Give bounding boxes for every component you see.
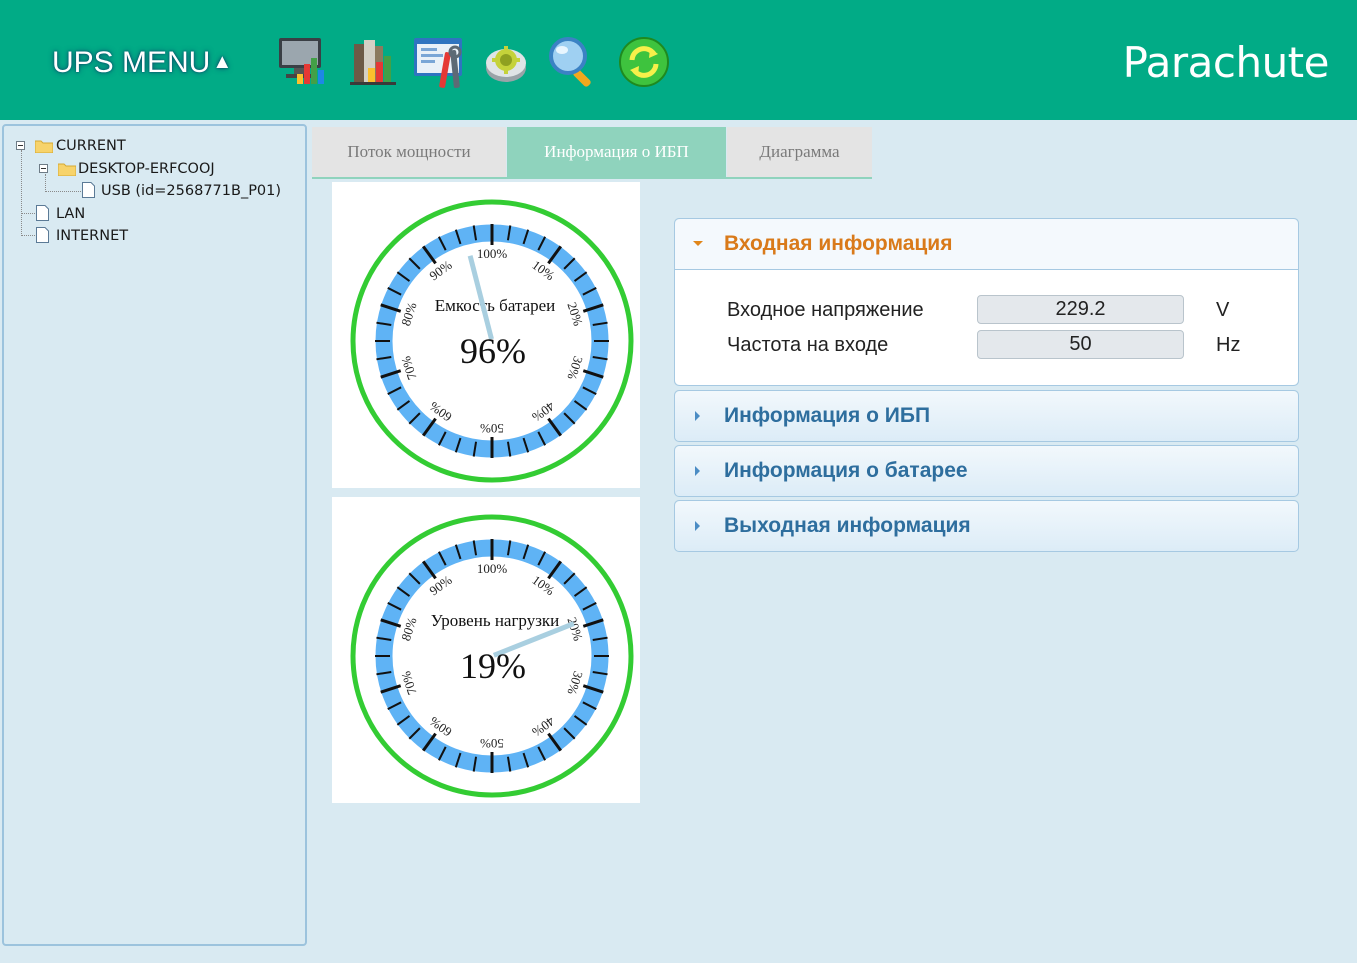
monitor-chart-icon[interactable] — [276, 34, 332, 90]
section-ups-info: Информация о ИБП — [674, 390, 1299, 442]
settings-window-icon[interactable] — [412, 34, 468, 90]
gauge-tick-label: 50% — [480, 736, 504, 751]
input-frequency-label: Частота на входе — [727, 334, 889, 356]
collapse-icon[interactable] — [16, 141, 25, 150]
gauge-tick-label: 100% — [477, 561, 508, 576]
tab-bar: Поток мощности Информация о ИБП Диаграмм… — [312, 127, 872, 179]
tree-node-usb[interactable]: USB (id=2568771B_P01) — [82, 181, 302, 201]
gauge-tick-label: 50% — [480, 421, 504, 436]
tree-node-current[interactable]: CURRENT — [16, 136, 156, 156]
input-voltage-value: 229.2 — [977, 295, 1184, 324]
gauge-tick-label: 100% — [477, 246, 508, 261]
magnifier-icon[interactable] — [546, 34, 602, 90]
section-body-input: Входное напряжение 229.2 V Частота на вх… — [675, 270, 1298, 385]
expanded-triangle-icon — [693, 241, 703, 246]
collapsed-triangle-icon — [695, 411, 700, 421]
section-title-battery: Информация о батарее — [724, 459, 968, 482]
tree-node-lan[interactable]: LAN — [36, 204, 136, 224]
section-header-output[interactable]: Выходная информация — [675, 501, 1298, 551]
section-title-output: Выходная информация — [724, 514, 971, 537]
input-frequency-unit: Hz — [1216, 334, 1241, 356]
gauge-tick-label: 70% — [398, 669, 420, 696]
gauge-value: 19% — [460, 646, 526, 686]
gauge-tick-label: 80% — [398, 300, 420, 327]
gauge-tick-label: 30% — [564, 669, 586, 696]
folder-icon — [58, 163, 76, 176]
tree-label-current: CURRENT — [56, 138, 126, 154]
input-voltage-unit: V — [1216, 299, 1230, 321]
input-frequency-value: 50 — [977, 330, 1184, 359]
collapsed-triangle-icon — [695, 521, 700, 531]
section-title-ups: Информация о ИБП — [724, 404, 931, 427]
ups-menu-button[interactable]: UPS MENU ▲ — [52, 46, 232, 80]
folder-icon — [35, 140, 53, 153]
file-icon — [36, 205, 49, 221]
books-chart-icon[interactable] — [346, 34, 402, 90]
collapse-icon[interactable] — [39, 164, 48, 173]
tab-diagram[interactable]: Диаграмма — [727, 127, 872, 177]
gauge-title: Емкость батареи — [435, 296, 556, 315]
battery-capacity-gauge: 100% 10% 20% 30% 40% 50% 60% 70% 80% 90% Емкость б… — [332, 182, 640, 488]
gauge-tick-label: 20% — [564, 615, 586, 642]
gauge-tick-label: 70% — [398, 354, 420, 381]
tree-label-host: DESKTOP-ERFCOOJ — [78, 161, 215, 177]
load-level-gauge: 100% 10% 20% 30% 40% 50% 60% 70% 80% 90% Уровень н… — [332, 497, 640, 803]
menu-arrow-icon: ▲ — [212, 51, 233, 73]
tree-label-lan: LAN — [56, 206, 86, 222]
device-tree-panel: CURRENT DESKTOP-ERFCOOJ USB (id=2568771B… — [2, 124, 307, 946]
gauge-tick-label: 30% — [564, 354, 586, 381]
tree-node-host[interactable]: DESKTOP-ERFCOOJ — [39, 159, 249, 179]
section-header-battery[interactable]: Информация о батарее — [675, 446, 1298, 496]
tab-power-flow[interactable]: Поток мощности — [312, 127, 506, 177]
section-input-info: Входная информация Входное напряжение 22… — [674, 218, 1299, 386]
tree-node-internet[interactable]: INTERNET — [36, 226, 156, 246]
brand-logo: Parachute — [1122, 38, 1330, 87]
tree-label-internet: INTERNET — [56, 228, 129, 244]
tab-ups-info[interactable]: Информация о ИБП — [507, 127, 726, 177]
gauge-value: 96% — [460, 331, 526, 371]
section-header-input[interactable]: Входная информация — [675, 219, 1298, 270]
collapsed-triangle-icon — [695, 466, 700, 476]
device-tree: CURRENT DESKTOP-ERFCOOJ USB (id=2568771B… — [4, 126, 305, 944]
section-output-info: Выходная информация — [674, 500, 1299, 552]
ups-menu-label: UPS MENU — [52, 46, 211, 79]
gauge-tick-label: 80% — [398, 615, 420, 642]
gauge-tick-label: 20% — [564, 300, 586, 327]
section-header-ups[interactable]: Информация о ИБП — [675, 391, 1298, 441]
section-battery-info: Информация о батарее — [674, 445, 1299, 497]
file-icon — [82, 182, 95, 198]
gauge-title: Уровень нагрузки — [431, 611, 560, 630]
tree-label-usb: USB (id=2568771B_P01) — [101, 183, 282, 199]
gear-disc-icon[interactable] — [478, 34, 534, 90]
top-header: UPS MENU ▲ Parachute — [0, 0, 1357, 120]
file-icon — [36, 227, 49, 243]
input-voltage-label: Входное напряжение — [727, 299, 924, 321]
refresh-icon[interactable] — [616, 34, 672, 90]
section-title-input: Входная информация — [724, 232, 953, 255]
